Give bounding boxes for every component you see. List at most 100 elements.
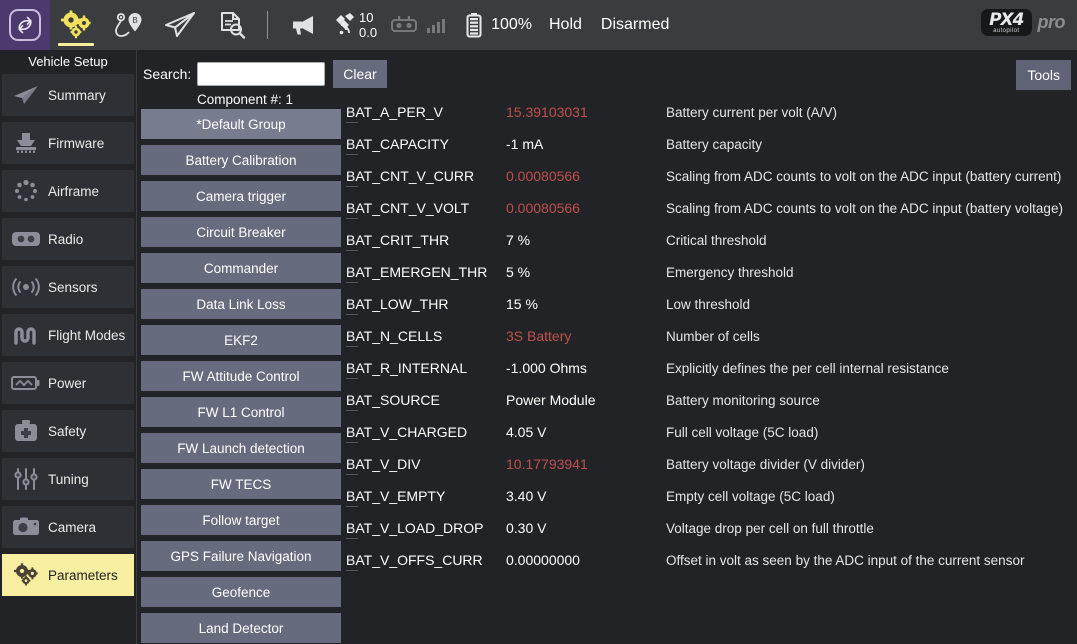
parameter-row[interactable]: BAT_V_EMPTY3.40 VEmpty cell voltage (5C … xyxy=(346,483,1077,515)
svg-text:B: B xyxy=(132,16,137,25)
parameter-description: Battery monitoring source xyxy=(666,387,1077,408)
sidebar-item-label: Flight Modes xyxy=(48,328,125,343)
sidebar-item-flight-modes[interactable]: Flight Modes xyxy=(2,314,134,356)
parameter-group-item[interactable]: EKF2 xyxy=(141,325,341,355)
parameter-group-item[interactable]: Data Link Loss xyxy=(141,289,341,319)
parameter-row[interactable]: BAT_R_INTERNAL-1.000 OhmsExplicitly defi… xyxy=(346,355,1077,387)
main-toolbar: B xyxy=(0,0,1077,50)
toolbar-plan-button[interactable]: B xyxy=(102,0,154,50)
toolbar-divider xyxy=(267,11,268,39)
parameter-row[interactable]: BAT_CRIT_THR7 %Critical threshold xyxy=(346,227,1077,259)
satellite-icon xyxy=(332,12,360,38)
parameter-group-item[interactable]: Land Detector xyxy=(141,613,341,643)
parameter-name: BAT_V_CHARGED xyxy=(346,419,506,440)
parameter-value: 3.40 V xyxy=(506,483,666,504)
px4-mark-primary: PX4 xyxy=(989,12,1023,29)
plan-waypoints-icon: B xyxy=(112,10,144,40)
sidebar-item-tuning[interactable]: Tuning xyxy=(2,458,134,500)
parameter-group-label: Follow target xyxy=(202,513,279,528)
parameter-group-item[interactable]: *Default Group xyxy=(141,109,341,139)
sidebar-item-airframe[interactable]: Airframe xyxy=(2,170,134,212)
parameter-description: Voltage drop per cell on full throttle xyxy=(666,515,1077,536)
rc-transmitter-icon xyxy=(391,16,417,34)
toolbar-vehicle-setup-button[interactable] xyxy=(50,0,102,50)
toolbar-battery-status[interactable] xyxy=(461,0,487,50)
parameter-value: 7 % xyxy=(506,227,666,248)
sidebar-item-safety[interactable]: Safety xyxy=(2,410,134,452)
tools-button[interactable]: Tools xyxy=(1016,60,1071,90)
sidebar-item-label: Parameters xyxy=(48,568,118,583)
parameter-group-item[interactable]: FW L1 Control xyxy=(141,397,341,427)
search-input[interactable] xyxy=(197,62,325,86)
parameter-group-item[interactable]: Follow target xyxy=(141,505,341,535)
parameter-group-item[interactable]: Geofence xyxy=(141,577,341,607)
parameter-value: -1.000 Ohms xyxy=(506,355,666,376)
parameter-row[interactable]: BAT_CNT_V_CURR0.00080566Scaling from ADC… xyxy=(346,163,1077,195)
parameter-row[interactable]: BAT_SOURCEPower ModuleBattery monitoring… xyxy=(346,387,1077,419)
sidebar-item-power[interactable]: Power xyxy=(2,362,134,404)
parameter-group-item[interactable]: Circuit Breaker xyxy=(141,217,341,247)
parameter-row[interactable]: BAT_V_LOAD_DROP0.30 VVoltage drop per ce… xyxy=(346,515,1077,547)
parameter-description: Battery capacity xyxy=(666,131,1077,152)
parameter-row[interactable]: BAT_N_CELLS3S BatteryNumber of cells xyxy=(346,323,1077,355)
parameter-row[interactable]: BAT_CNT_V_VOLT0.00080566Scaling from ADC… xyxy=(346,195,1077,227)
parameter-group-list[interactable]: *Default Group Battery Calibration Camera … xyxy=(141,109,341,644)
megaphone-icon xyxy=(289,13,317,37)
toolbar-fly-button[interactable] xyxy=(154,0,206,50)
parameter-group-item[interactable]: FW TECS xyxy=(141,469,341,499)
parameter-group-item[interactable]: Commander xyxy=(141,253,341,283)
toolbar-analyze-button[interactable] xyxy=(206,0,258,50)
parameter-table[interactable]: BAT_A_PER_V15.39103031Battery current pe… xyxy=(346,99,1077,644)
parameter-group-item[interactable]: FW Attitude Control xyxy=(141,361,341,391)
parameter-name: BAT_CNT_V_VOLT xyxy=(346,195,506,216)
armed-state-label[interactable]: Disarmed xyxy=(601,16,669,34)
parameter-row[interactable]: BAT_V_DIV10.17793941Battery voltage divi… xyxy=(346,451,1077,483)
sidebar-item-summary[interactable]: Summary xyxy=(2,74,134,116)
parameter-value: 15 % xyxy=(506,291,666,312)
tuning-sliders-icon xyxy=(9,467,43,491)
toolbar-telemetry-status[interactable] xyxy=(421,0,451,50)
radio-gamepad-icon xyxy=(9,229,43,249)
parameter-value: 3S Battery xyxy=(506,323,666,344)
parameter-value: Power Module xyxy=(506,387,666,408)
sidebar-item-camera[interactable]: Camera xyxy=(2,506,134,548)
sidebar-item-sensors[interactable]: Sensors xyxy=(2,266,134,308)
parameter-row[interactable]: BAT_EMERGEN_THR5 %Emergency threshold xyxy=(346,259,1077,291)
sidebar-item-firmware[interactable]: Firmware xyxy=(2,122,134,164)
toolbar-messages-button[interactable] xyxy=(277,0,329,50)
parameter-row[interactable]: BAT_V_OFFS_CURR0.00000000Offset in volt … xyxy=(346,547,1077,579)
parameter-name: BAT_A_PER_V xyxy=(346,99,506,120)
sidebar-item-radio[interactable]: Radio xyxy=(2,218,134,260)
parameter-name: BAT_CNT_V_CURR xyxy=(346,163,506,184)
toolbar-rc-status[interactable] xyxy=(387,0,421,50)
parameter-name: BAT_V_EMPTY xyxy=(346,483,506,504)
flight-mode-label[interactable]: Hold xyxy=(549,16,582,34)
parameter-row[interactable]: BAT_A_PER_V15.39103031Battery current pe… xyxy=(346,99,1077,131)
clear-button[interactable]: Clear xyxy=(333,60,386,88)
parameter-group-item[interactable]: Camera trigger xyxy=(141,181,341,211)
parameter-group-label: FW TECS xyxy=(211,477,272,492)
px4-brand-logo: PX4 autopilot pro xyxy=(981,9,1065,36)
parameter-row[interactable]: BAT_V_CHARGED4.05 VFull cell voltage (5C… xyxy=(346,419,1077,451)
fly-paper-plane-icon xyxy=(163,10,197,40)
sidebar-item-label: Radio xyxy=(48,232,83,247)
parameter-group-label: Commander xyxy=(204,261,278,276)
parameter-group-item[interactable]: FW Launch detection xyxy=(141,433,341,463)
parameters-panel: Search: Clear Tools Component #: 1 *Defa… xyxy=(136,50,1077,644)
qgroundcontrol-logo-button[interactable] xyxy=(0,0,50,50)
gears-icon xyxy=(59,10,93,40)
sidebar-item-label: Summary xyxy=(48,88,106,103)
parameter-group-item[interactable]: Battery Calibration xyxy=(141,145,341,175)
toolbar-gps-status[interactable] xyxy=(329,0,363,50)
parameter-description: Battery current per volt (A/V) xyxy=(666,99,1077,120)
parameter-group-label: FW L1 Control xyxy=(197,405,284,420)
sidebar-item-parameters[interactable]: Parameters xyxy=(2,554,134,596)
parameter-name: BAT_V_LOAD_DROP xyxy=(346,515,506,536)
parameter-description: Empty cell voltage (5C load) xyxy=(666,483,1077,504)
parameter-value: 0.30 V xyxy=(506,515,666,536)
parameter-row[interactable]: BAT_CAPACITY-1 mABattery capacity xyxy=(346,131,1077,163)
parameter-row[interactable]: BAT_LOW_THR15 %Low threshold xyxy=(346,291,1077,323)
parameter-group-item[interactable]: GPS Failure Navigation xyxy=(141,541,341,571)
parameter-value: -1 mA xyxy=(506,131,666,152)
parameter-name: BAT_LOW_THR xyxy=(346,291,506,312)
